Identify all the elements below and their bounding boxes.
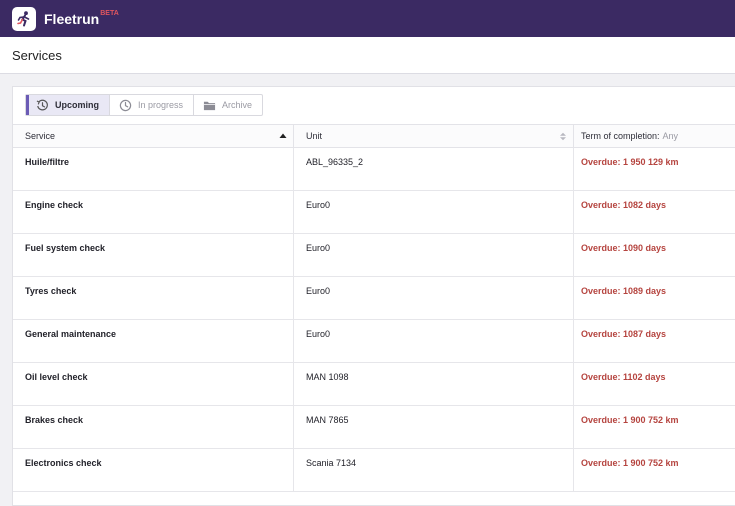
services-panel: Upcoming In progress Archive Service Uni… [12,86,735,506]
table-row[interactable]: Tyres check Euro0 Overdue: 1089 days [13,277,735,320]
term-cell: Overdue: 1089 days [573,277,735,319]
folder-icon [202,98,216,112]
table-header: Service Unit Term of completion: Any [13,124,735,148]
table-row[interactable]: Oil level check MAN 1098 Overdue: 1102 d… [13,363,735,406]
term-cell: Overdue: 1102 days [573,363,735,405]
clock-icon [118,98,132,112]
table-row[interactable]: Electronics check Scania 7134 Overdue: 1… [13,449,735,492]
term-cell: Overdue: 1082 days [573,191,735,233]
top-bar: Fleetrun BETA [0,0,735,37]
tab-upcoming-label: Upcoming [55,100,99,110]
unit-cell: Euro0 [293,320,573,362]
term-cell: Overdue: 1 900 752 km [573,449,735,491]
beta-badge: BETA [100,9,119,17]
table-row[interactable]: Fuel system check Euro0 Overdue: 1090 da… [13,234,735,277]
term-cell: Overdue: 1087 days [573,320,735,362]
tab-archive-label: Archive [222,100,253,110]
service-cell: Huile/filtre [25,157,70,167]
column-header-unit[interactable]: Unit [293,125,573,147]
unit-cell: ABL_96335_2 [293,148,573,190]
app-title: Fleetrun [44,10,100,27]
page-header: Services [0,37,735,74]
service-cell: General maintenance [25,329,117,339]
service-cell: Oil level check [25,372,88,382]
service-cell: Electronics check [25,458,102,468]
page-title: Services [12,47,62,63]
app-name: Fleetrun BETA [44,9,119,27]
term-filter-value[interactable]: Any [663,131,679,141]
term-cell: Overdue: 1 900 752 km [573,406,735,448]
unit-cell: MAN 7865 [293,406,573,448]
column-label-unit: Unit [306,131,323,141]
table-row[interactable]: Engine check Euro0 Overdue: 1082 days [13,191,735,234]
table-row[interactable]: Huile/filtre ABL_96335_2 Overdue: 1 950 … [13,148,735,191]
tab-in-progress-label: In progress [138,100,184,110]
sort-ascending-icon[interactable] [279,132,287,141]
table-row[interactable]: Brakes check MAN 7865 Overdue: 1 900 752… [13,406,735,449]
unit-cell: Euro0 [293,191,573,233]
term-cell: Overdue: 1 950 129 km [573,148,735,190]
clock-arrow-icon [35,98,49,112]
service-cell: Engine check [25,200,84,210]
column-header-term[interactable]: Term of completion: Any [573,125,735,147]
tab-archive[interactable]: Archive [194,95,262,115]
unit-cell: Scania 7134 [293,449,573,491]
term-cell: Overdue: 1090 days [573,234,735,276]
service-cell: Tyres check [25,286,77,296]
column-header-service[interactable]: Service [13,125,293,147]
tab-upcoming[interactable]: Upcoming [26,95,110,115]
table-row[interactable]: General maintenance Euro0 Overdue: 1087 … [13,320,735,363]
unit-cell: Euro0 [293,234,573,276]
column-label-service: Service [25,131,56,141]
service-cell: Fuel system check [25,243,106,253]
table-body: Huile/filtre ABL_96335_2 Overdue: 1 950 … [13,148,735,492]
service-cell: Brakes check [25,415,84,425]
sort-icon[interactable] [559,132,567,141]
unit-cell: MAN 1098 [293,363,573,405]
tab-in-progress[interactable]: In progress [110,95,195,115]
unit-cell: Euro0 [293,277,573,319]
column-label-term: Term of completion: [581,131,660,141]
tab-bar: Upcoming In progress Archive [25,94,264,116]
runner-logo-icon[interactable] [12,6,36,31]
